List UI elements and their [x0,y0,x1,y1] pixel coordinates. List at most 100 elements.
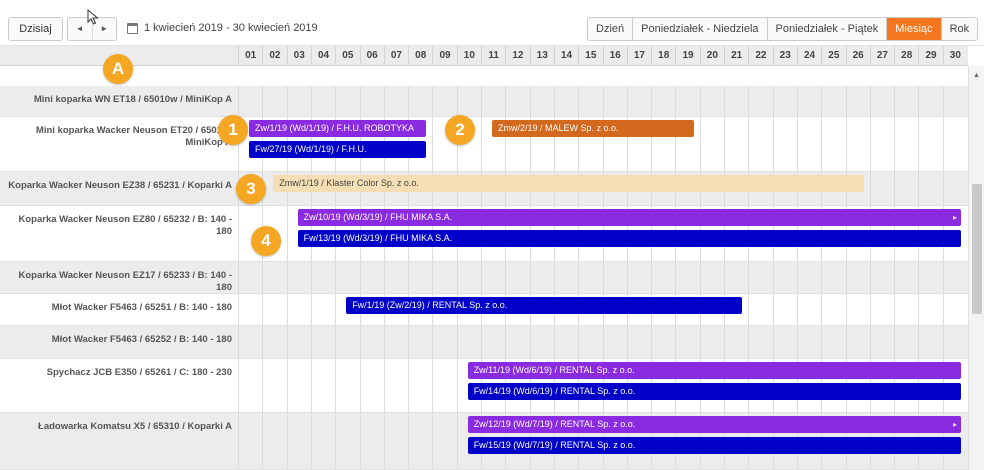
day-gridline [626,86,628,116]
day-gridline [845,117,847,171]
view-month-button[interactable]: Miesiąc [887,18,942,40]
day-gridline [335,359,337,412]
event-more-icon[interactable]: ▸ [953,416,957,433]
booking-event-label: Fw/14/19 (Wd/6/19) / RENTAL Sp. z o.o. [473,386,636,396]
resource-row: Koparka Wacker Neuson EZ17 / 65233 / B: … [0,262,968,294]
day-gridline [456,262,458,293]
day-gridline [942,262,944,293]
view-day-button[interactable]: Dzień [588,18,634,40]
day-gridline [432,413,434,469]
day-gridline [699,326,701,358]
today-button[interactable]: Dzisiaj [8,17,63,41]
day-gridline [796,326,798,358]
view-year-button[interactable]: Rok [942,18,978,40]
day-gridline [675,86,677,116]
booking-event[interactable]: Fw/13/19 (Wd/3/19) / FHU MIKA S.A. [297,230,961,247]
day-gridline [359,326,361,358]
day-gridline [262,262,264,293]
day-gridline [335,294,337,325]
resource-label: Ładowarka Komatsu X5 / 65310 / Koparki A [38,421,232,432]
day-gridline [238,359,239,412]
booking-event-label: Fw/27/19 (Wd/1/19) / F.H.U. [255,144,367,154]
day-gridline [359,413,361,469]
day-gridline [432,326,434,358]
day-gridline [869,294,871,325]
booking-event[interactable]: Zmw/1/19 / Klaster Color Sp. z o.o. [273,175,864,192]
day-gridline [869,86,871,116]
day-gridline [238,86,239,116]
day-gridline [772,294,774,325]
resource-label: Koparka Wacker Neuson EZ17 / 65233 / B: … [18,270,233,293]
day-gridline [238,294,239,325]
scroll-thumb[interactable] [972,184,982,314]
day-gridline [505,86,507,116]
resource-label: Koparka Wacker Neuson EZ38 / 65231 / Kop… [8,180,232,191]
day-gridline [408,359,410,412]
day-gridline [408,326,410,358]
day-gridline [748,117,750,171]
day-gridline [699,117,701,171]
day-gridline [310,359,312,412]
day-gridline [894,86,896,116]
day-column-header: 26 [845,46,870,66]
scroll-up-arrow-icon[interactable]: ▲ [973,72,980,79]
day-gridline [310,294,312,325]
day-column-header: 30 [942,46,967,66]
day-gridline [748,86,750,116]
vertical-scrollbar[interactable]: ▲ [968,66,984,470]
day-gridline [408,413,410,469]
booking-event[interactable]: Fw/15/19 (Wd/7/19) / RENTAL Sp. z o.o. [467,437,961,454]
day-gridline [918,172,920,205]
calendar-toolbar: Dzisiaj ◄ ► 1 kwiecień 2019 - 30 kwiecie… [0,0,984,46]
day-gridline [845,262,847,293]
day-gridline [286,262,288,293]
day-gridline [505,326,507,358]
resource-row: Młot Wacker F5463 / 65252 / B: 140 - 180 [0,326,968,359]
day-gridline [359,359,361,412]
day-column-header: 22 [748,46,772,66]
day-gridline [626,262,628,293]
day-gridline [456,86,458,116]
day-gridline [748,294,750,325]
day-gridline [238,326,239,358]
day-gridline [383,326,385,358]
resource-label: Mini koparka WN ET18 / 65010w / MiniKop … [33,94,232,105]
day-column-header: 29 [918,46,942,66]
booking-event[interactable]: Zmw/2/19 / MALEW Sp. z o.o. [492,120,694,137]
day-column-header: 27 [869,46,894,66]
booking-event[interactable]: Zw/1/19 (Wd/1/19) / F.H.U. ROBOTYKA [249,120,427,137]
day-gridline [772,117,774,171]
day-gridline [481,86,482,116]
day-gridline [262,294,264,325]
day-gridline [408,262,410,293]
day-gridline [286,86,288,116]
day-gridline [432,262,434,293]
day-gridline [845,294,847,325]
day-gridline [262,326,264,358]
booking-event[interactable]: Zw/12/19 (Wd/7/19) / RENTAL Sp. z o.o. ▸ [467,416,961,433]
day-column-header: 14 [553,46,578,66]
day-gridline [383,86,385,116]
view-workweek-button[interactable]: Poniedziałek - Piątek [768,18,888,40]
booking-event[interactable]: Zw/11/19 (Wd/6/19) / RENTAL Sp. z o.o. [467,362,961,379]
view-switcher: Dzień Poniedziałek - Niedziela Poniedzia… [587,17,979,41]
day-gridline [942,172,944,205]
booking-event[interactable]: Fw/14/19 (Wd/6/19) / RENTAL Sp. z o.o. [467,383,961,400]
day-column-header: 18 [651,46,675,66]
day-gridline [432,359,434,412]
view-week-button[interactable]: Poniedziałek - Niedziela [633,18,768,40]
booking-event[interactable]: Fw/1/19 (Zw/2/19) / RENTAL Sp. z o.o. [346,297,743,314]
day-gridline [456,359,458,412]
booking-event[interactable]: Fw/27/19 (Wd/1/19) / F.H.U. [249,141,427,158]
day-gridline [383,359,385,412]
day-gridline [942,326,944,358]
day-gridline [918,86,920,116]
booking-event-label: Zmw/1/19 / Klaster Color Sp. z o.o. [279,178,419,188]
booking-event[interactable]: Zw/10/19 (Wd/3/19) / FHU MIKA S.A. ▸ [297,209,961,226]
day-gridline [310,413,312,469]
day-gridline [796,117,798,171]
event-more-icon[interactable]: ▸ [953,209,957,226]
day-gridline [238,262,239,293]
day-column-header: 06 [359,46,384,66]
day-column-header: 03 [286,46,311,66]
